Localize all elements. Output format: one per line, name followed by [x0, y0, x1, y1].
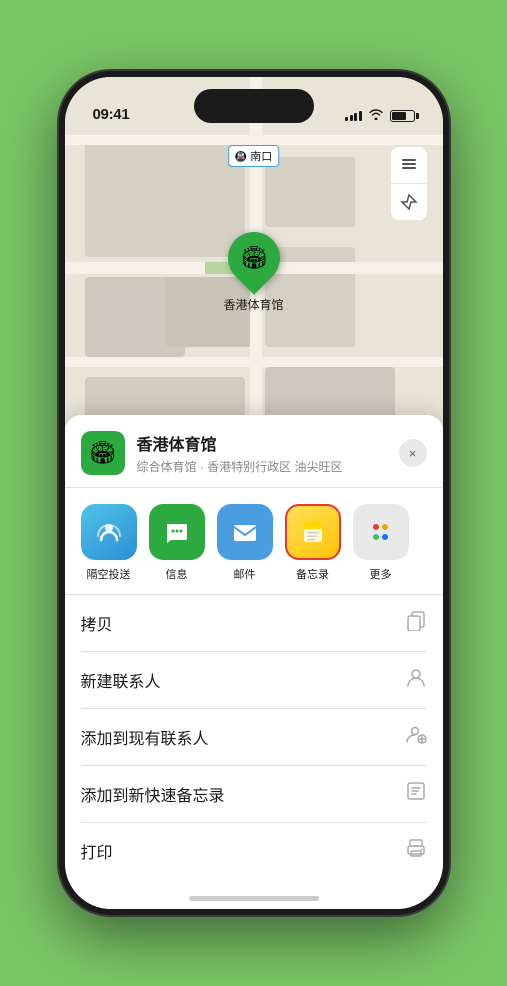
action-copy[interactable]: 拷贝	[81, 595, 427, 652]
station-label: 🚇 南口	[228, 145, 280, 167]
share-item-mail[interactable]: 邮件	[217, 504, 273, 582]
action-print[interactable]: 打印	[81, 823, 427, 879]
notes-icon	[285, 504, 341, 560]
messages-icon	[149, 504, 205, 560]
battery-icon	[390, 110, 415, 122]
phone-frame: 09:41	[59, 71, 449, 915]
action-add-notes-label: 添加到新快速备忘录	[81, 782, 225, 806]
action-print-label: 打印	[81, 839, 113, 863]
status-icons	[345, 108, 415, 123]
action-copy-label: 拷贝	[81, 611, 113, 635]
airdrop-label: 隔空投送	[87, 566, 131, 582]
signal-icon	[345, 111, 362, 121]
marker-emoji: 🏟	[240, 245, 268, 271]
share-item-airdrop[interactable]: 隔空投送	[81, 504, 137, 582]
bottom-sheet: 🏟 香港体育馆 综合体育馆 · 香港特别行政区 油尖旺区 ×	[65, 415, 443, 909]
share-item-notes[interactable]: 备忘录	[285, 504, 341, 582]
notes-label: 备忘录	[296, 566, 329, 582]
phone-screen: 09:41	[65, 77, 443, 909]
status-time: 09:41	[93, 106, 130, 123]
mail-label: 邮件	[234, 566, 256, 582]
marker-pin: 🏟	[217, 221, 291, 295]
airdrop-icon	[81, 504, 137, 560]
venue-address: 综合体育馆 · 香港特别行政区 油尖旺区	[137, 458, 399, 475]
map-controls	[391, 147, 427, 220]
action-list: 拷贝 新建联系人	[65, 595, 443, 879]
share-item-messages[interactable]: 信息	[149, 504, 205, 582]
action-new-contact-label: 新建联系人	[81, 668, 161, 692]
venue-info: 香港体育馆 综合体育馆 · 香港特别行政区 油尖旺区	[137, 431, 399, 475]
map-layers-button[interactable]	[391, 147, 427, 183]
share-item-more[interactable]: 更多	[353, 504, 409, 582]
action-add-contact[interactable]: 添加到现有联系人	[81, 709, 427, 766]
marker-label: 香港体育馆	[223, 296, 283, 313]
action-add-notes[interactable]: 添加到新快速备忘录	[81, 766, 427, 823]
location-button[interactable]	[391, 184, 427, 220]
add-contact-icon	[405, 723, 427, 751]
venue-header: 🏟 香港体育馆 综合体育馆 · 香港特别行政区 油尖旺区 ×	[65, 415, 443, 488]
action-add-contact-label: 添加到现有联系人	[81, 725, 209, 749]
messages-label: 信息	[166, 566, 188, 582]
close-button[interactable]: ×	[399, 439, 427, 467]
share-icons-row: 隔空投送 信息	[65, 488, 443, 595]
wifi-icon	[368, 108, 384, 123]
home-indicator	[189, 896, 319, 901]
copy-icon	[405, 609, 427, 637]
print-icon	[405, 837, 427, 865]
more-icon	[353, 504, 409, 560]
action-new-contact[interactable]: 新建联系人	[81, 652, 427, 709]
venue-icon: 🏟	[81, 431, 125, 475]
location-marker: 🏟 香港体育馆	[223, 232, 283, 313]
new-contact-icon	[405, 666, 427, 694]
venue-name: 香港体育馆	[137, 431, 399, 455]
more-label: 更多	[370, 566, 392, 582]
dynamic-island	[194, 89, 314, 123]
add-notes-icon	[405, 780, 427, 808]
mail-icon	[217, 504, 273, 560]
